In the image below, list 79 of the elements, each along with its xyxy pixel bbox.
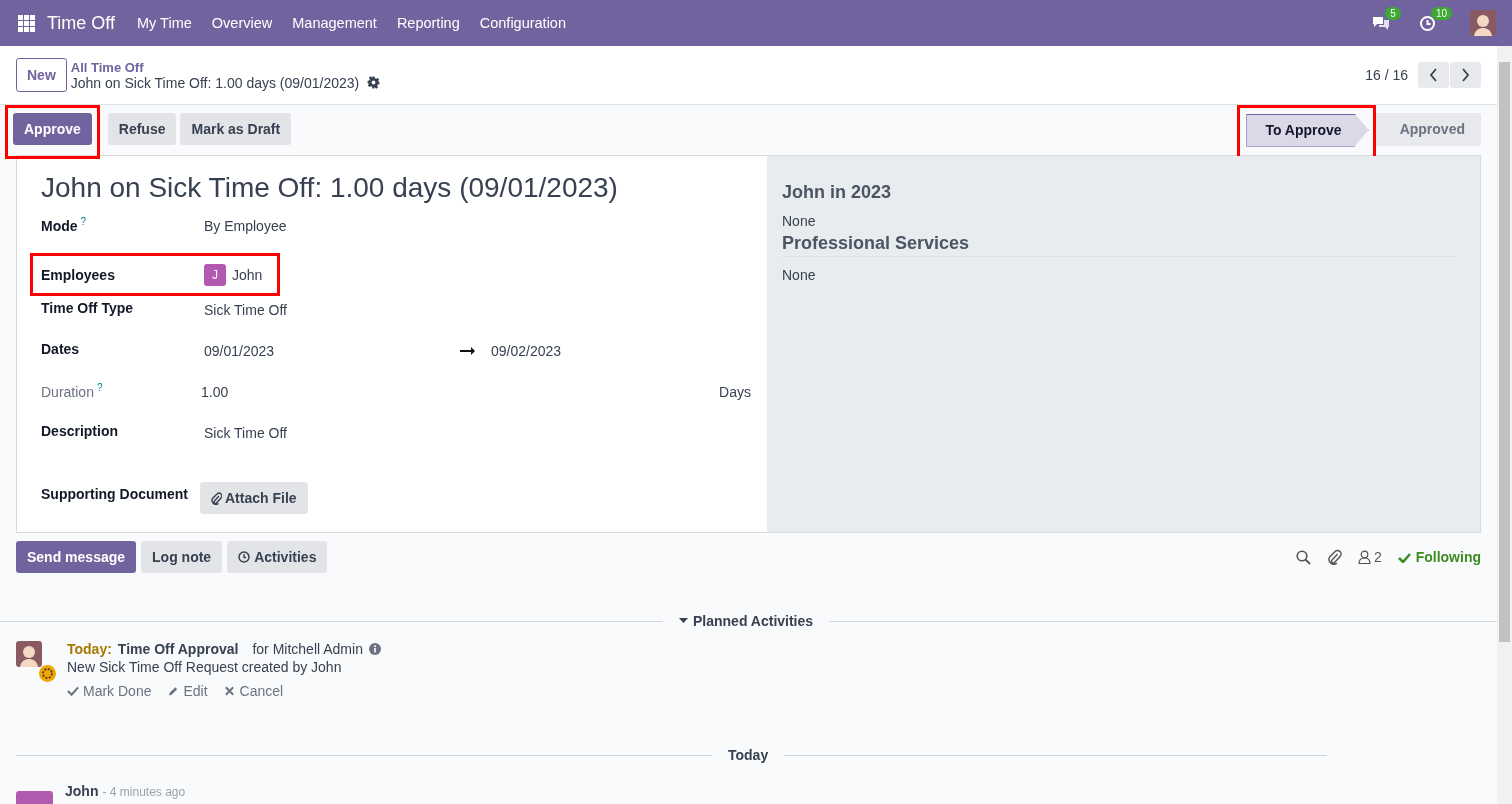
pager-value: 16 / 16 xyxy=(1365,67,1408,83)
activity-count-badge: 10 xyxy=(1430,6,1452,20)
activity-done-link[interactable]: Mark Done xyxy=(67,683,152,699)
chatter-message-button[interactable]: Send message xyxy=(16,541,137,573)
apps-grid-icon[interactable] xyxy=(18,14,35,32)
field-label: Employees xyxy=(41,266,115,283)
chevron-left-icon xyxy=(1429,68,1438,82)
planned-activities-toggle[interactable]: Planned Activities xyxy=(663,613,830,629)
duration-field[interactable]: 1.00 xyxy=(201,384,229,400)
next-button[interactable] xyxy=(1450,62,1481,88)
section-value: None xyxy=(782,213,817,229)
section-heading: Professional Services xyxy=(782,233,1456,257)
section-value: None xyxy=(782,267,817,283)
chatter-activities-button[interactable]: Activities xyxy=(227,541,328,573)
message-count-badge: 5 xyxy=(1385,7,1401,20)
scrollbar[interactable] xyxy=(1497,46,1512,804)
app-name-link[interactable]: Time Off xyxy=(47,12,115,34)
breadcrumb-link[interactable]: All Time Off xyxy=(70,59,381,75)
person-icon xyxy=(1357,550,1371,564)
field-value: By Employee xyxy=(204,218,287,234)
secondary-action-button[interactable]: Mark as Draft xyxy=(180,113,292,145)
attach-file-button[interactable]: Attach File xyxy=(200,482,308,514)
caret-down-icon xyxy=(679,618,688,624)
message-time: - 4 minutes ago xyxy=(102,785,186,799)
help-tooltip-mark[interactable]: ? xyxy=(96,382,103,393)
search-icon[interactable] xyxy=(1295,549,1311,565)
user-avatar-icon[interactable] xyxy=(1470,10,1496,36)
following-button[interactable]: Following xyxy=(1397,549,1481,565)
secondary-action-button[interactable]: Refuse xyxy=(107,113,177,145)
pencil-icon xyxy=(167,685,180,697)
status-stage[interactable]: To Approve xyxy=(1246,113,1369,147)
field-label: Mode xyxy=(41,217,78,234)
chatter-note-button[interactable]: Log note xyxy=(141,541,223,573)
paperclip-icon xyxy=(211,491,222,505)
field-value: Sick Time Off xyxy=(204,302,287,318)
menu-item[interactable]: Overview xyxy=(211,15,273,31)
check-icon xyxy=(67,685,79,697)
primary-action-button[interactable]: Approve xyxy=(13,113,92,145)
check-icon xyxy=(1397,551,1411,563)
employee-avatar: J xyxy=(204,263,226,286)
field-label: Supporting Document xyxy=(41,486,188,502)
field-label: Description xyxy=(41,423,118,439)
field-label: Time Off Type xyxy=(41,300,134,316)
activity-cancel-link[interactable]: Cancel xyxy=(223,683,284,699)
new-button[interactable]: New xyxy=(16,58,67,92)
date-to-field[interactable]: 09/02/2023 xyxy=(491,343,562,359)
field-label: Dates xyxy=(41,341,80,357)
employee-tag[interactable]: John xyxy=(232,266,263,283)
clock-icon[interactable] xyxy=(1418,14,1436,32)
duration-unit: Days xyxy=(719,384,751,400)
record-heading: John on Sick Time Off: 1.00 days (09/01/2023) xyxy=(41,172,619,204)
help-tooltip-mark[interactable]: ? xyxy=(80,216,87,227)
gear-icon[interactable] xyxy=(367,76,381,89)
field-value: Sick Time Off xyxy=(204,425,287,441)
paperclip-icon[interactable] xyxy=(1326,549,1342,565)
activity-title: Time Off Approval xyxy=(117,641,239,657)
status-stage[interactable]: Approved xyxy=(1375,112,1481,146)
record-title: John on Sick Time Off: 1.00 days (09/01/2023) xyxy=(70,74,360,91)
clock-icon xyxy=(238,551,251,563)
menu-item[interactable]: Configuration xyxy=(479,15,566,31)
date-separator: Today xyxy=(727,747,770,763)
field-label: Duration xyxy=(41,383,94,400)
info-icon[interactable] xyxy=(368,643,381,655)
activity-edit-link[interactable]: Edit xyxy=(167,683,208,699)
previous-button[interactable] xyxy=(1418,62,1449,88)
followers-button[interactable]: 2 xyxy=(1357,549,1382,565)
section-heading: John in 2023 xyxy=(782,182,893,203)
message-author[interactable]: John xyxy=(65,783,99,799)
date-from-field[interactable]: 09/01/2023 xyxy=(204,343,454,359)
close-icon xyxy=(223,685,236,697)
menu-item[interactable]: Reporting xyxy=(396,15,460,31)
menu-item[interactable]: Management xyxy=(292,15,377,31)
menu-item[interactable]: My Time xyxy=(137,15,192,31)
chevron-right-icon xyxy=(1461,68,1470,82)
activity-assignee: for Mitchell Admin xyxy=(252,641,363,657)
chat-bubbles-icon[interactable] xyxy=(1372,15,1391,31)
activity-note: New Sick Time Off Request created by John xyxy=(67,659,343,675)
arrow-right-icon xyxy=(460,347,475,355)
due-label: Today: xyxy=(67,641,112,657)
